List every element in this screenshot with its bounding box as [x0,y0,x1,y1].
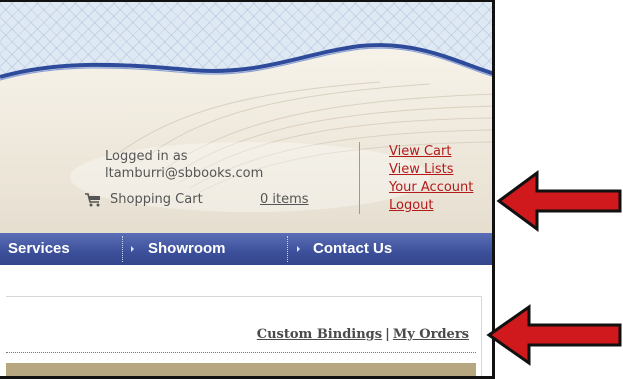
logged-in-label: Logged in as [105,149,188,164]
website-frame: Logged in as ltamburri@sbbooks.com Shopp… [0,0,495,379]
nav-item-showroom[interactable]: Showroom [148,233,226,265]
custom-bindings-link[interactable]: Custom Bindings [257,327,382,342]
order-links: Custom Bindings | My Orders [257,327,469,342]
your-account-link[interactable]: Your Account [389,179,473,197]
login-info: Logged in as ltamburri@sbbooks.com [105,148,263,182]
nav-item-contact-us[interactable]: Contact Us [313,233,392,265]
header-divider [359,142,360,214]
dotted-divider [6,352,476,353]
nav-item-services[interactable]: Services [8,233,70,265]
nav-separator [287,236,289,262]
main-nav: Services Showroom Contact Us [0,233,492,265]
nav-bullet-icon [131,246,134,252]
orders-header-bar [6,363,476,376]
view-lists-link[interactable]: View Lists [389,161,473,179]
screenshot-stage: Logged in as ltamburri@sbbooks.com Shopp… [0,0,623,379]
cart-label: Shopping Cart [110,192,203,207]
cart-items-link[interactable]: 0 items [260,192,309,207]
nav-bullet-icon [297,246,300,252]
view-cart-link[interactable]: View Cart [389,143,473,161]
left-arrow-icon [486,304,622,366]
my-orders-link[interactable]: My Orders [393,327,469,342]
cart-icon [85,192,100,206]
shopping-cart: Shopping Cart [85,192,203,207]
nav-separator [122,236,124,262]
nav-item-label: Contact Us [313,240,393,257]
nav-item-label: Showroom [148,240,226,257]
logout-link[interactable]: Logout [389,197,473,215]
left-arrow-icon [496,170,622,232]
nav-item-label: Services [8,240,70,257]
account-links: View Cart View Lists Your Account Logout [389,143,473,215]
content-panel: Custom Bindings | My Orders [6,296,482,376]
link-separator: | [385,327,390,342]
user-email: ltamburri@sbbooks.com [105,166,264,181]
